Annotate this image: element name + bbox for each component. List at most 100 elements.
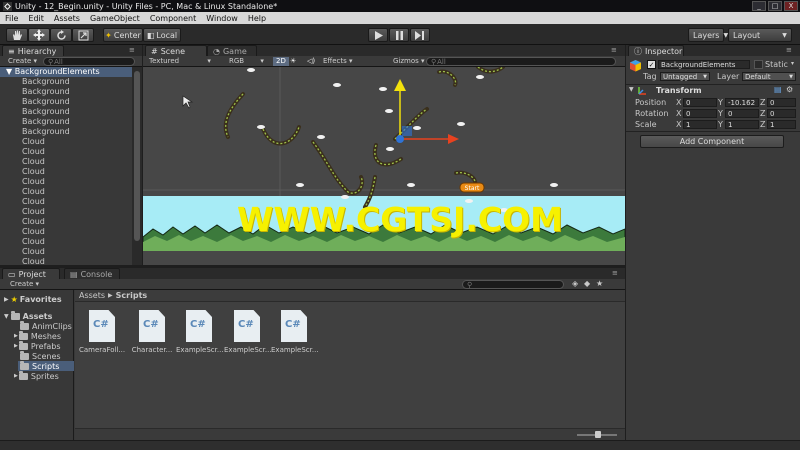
layer-dropdown[interactable]: Default ▼: [742, 72, 796, 81]
scale-z-field[interactable]: 1: [767, 120, 796, 129]
hierarchy-create-button[interactable]: Create ▾: [8, 57, 37, 65]
project-create-button[interactable]: Create ▾: [10, 280, 39, 288]
asset-file[interactable]: C# ExampleScr...: [224, 310, 272, 354]
expand-arrow-icon[interactable]: ▶: [14, 343, 18, 349]
hierarchy-item[interactable]: Background: [0, 77, 132, 87]
rotation-y-field[interactable]: 0: [725, 109, 759, 118]
asset-file[interactable]: C# CameraFoll...: [79, 310, 125, 354]
position-y-field[interactable]: -10.162: [725, 98, 759, 107]
expand-arrow-icon[interactable]: ▶: [14, 373, 18, 379]
menu-gameobject[interactable]: GameObject: [85, 14, 145, 23]
expand-arrow-icon[interactable]: ▶: [14, 333, 18, 339]
layers-dropdown[interactable]: Layers ▼: [688, 28, 728, 42]
layout-dropdown[interactable]: Layout ▼: [728, 28, 792, 42]
hierarchy-item[interactable]: Cloud: [0, 187, 132, 197]
scale-tool-button[interactable]: [72, 28, 94, 42]
hierarchy-scrollbar[interactable]: [132, 67, 142, 265]
hierarchy-item[interactable]: Background: [0, 87, 132, 97]
add-component-button[interactable]: Add Component: [640, 135, 784, 148]
hierarchy-item[interactable]: Cloud: [0, 137, 132, 147]
tab-inspector[interactable]: ⓘ Inspector: [628, 45, 684, 56]
panel-menu-icon[interactable]: ≡: [612, 269, 618, 277]
expand-arrow-icon[interactable]: ▼: [6, 67, 12, 76]
icon-size-slider-thumb[interactable]: [595, 431, 601, 438]
panel-menu-icon[interactable]: ≡: [129, 46, 135, 54]
maximize-button[interactable]: □: [768, 1, 782, 11]
hierarchy-item[interactable]: Cloud: [0, 157, 132, 167]
expand-arrow-icon[interactable]: ▶: [4, 296, 9, 303]
collapse-arrow-icon[interactable]: ▼: [629, 86, 634, 93]
menu-assets[interactable]: Assets: [49, 14, 85, 23]
asset-file[interactable]: C# ExampleScr...: [271, 310, 319, 354]
asset-file[interactable]: C# ExampleScr...: [176, 310, 224, 354]
filter-label-icon[interactable]: ◆: [584, 279, 590, 288]
folder-sprites[interactable]: ▶ Sprites: [14, 370, 59, 381]
rotation-z-field[interactable]: 0: [767, 109, 796, 118]
step-button[interactable]: [410, 28, 430, 42]
folder-prefabs[interactable]: ▶ Prefabs: [14, 340, 61, 351]
scale-x-field[interactable]: 1: [683, 120, 717, 129]
panel-menu-icon[interactable]: ≡: [786, 46, 792, 54]
active-checkbox[interactable]: ✓: [647, 60, 656, 69]
pause-button[interactable]: [389, 28, 409, 42]
position-x-field[interactable]: 0: [683, 98, 717, 107]
minimize-button[interactable]: _: [752, 1, 766, 11]
folder-scripts[interactable]: Scripts: [18, 360, 74, 371]
hierarchy-item[interactable]: Cloud: [0, 167, 132, 177]
tab-game[interactable]: ◔ Game: [207, 45, 257, 56]
chevron-down-icon[interactable]: ▾: [791, 60, 794, 67]
project-search-input[interactable]: ⚲: [462, 280, 564, 289]
hierarchy-item[interactable]: Cloud: [0, 177, 132, 187]
hand-tool-button[interactable]: [6, 28, 28, 42]
hierarchy-item[interactable]: Cloud: [0, 227, 132, 237]
menu-edit[interactable]: Edit: [23, 14, 49, 23]
object-name-field[interactable]: BackgroundElements: [658, 60, 750, 69]
tab-project[interactable]: ▭ Project: [2, 268, 60, 279]
lighting-sun-icon[interactable]: ☀: [290, 57, 296, 65]
tab-hierarchy[interactable]: ≡ Hierarchy: [2, 45, 64, 56]
panel-menu-icon[interactable]: ≡: [611, 46, 617, 54]
folder-animclips[interactable]: AnimClips: [20, 320, 72, 331]
hierarchy-item[interactable]: Cloud: [0, 197, 132, 207]
assets-folder[interactable]: ▼ Assets: [4, 310, 52, 321]
gizmos-dropdown[interactable]: Gizmos ▾: [393, 57, 425, 65]
menu-component[interactable]: Component: [145, 14, 201, 23]
xy-plane-handle[interactable]: [402, 126, 412, 136]
scale-y-field[interactable]: 1: [725, 120, 759, 129]
play-button[interactable]: [368, 28, 388, 42]
mode-2d-toggle[interactable]: 2D: [273, 57, 289, 66]
tag-dropdown[interactable]: Untagged ▼: [660, 72, 710, 81]
scene-search-input[interactable]: ⚲ All: [426, 57, 616, 66]
pivot-center-toggle[interactable]: ✦ Center: [103, 28, 143, 42]
static-checkbox[interactable]: [754, 60, 763, 69]
menu-help[interactable]: Help: [243, 14, 271, 23]
effects-dropdown[interactable]: Effects ▾: [323, 57, 353, 65]
favorites-section[interactable]: ▶ ★ Favorites: [4, 294, 62, 304]
favorite-star-icon[interactable]: ★: [596, 279, 603, 288]
hierarchy-item[interactable]: Background: [0, 117, 132, 127]
move-tool-button[interactable]: [28, 28, 50, 42]
hierarchy-search-input[interactable]: ⚲ All: [43, 57, 135, 66]
menu-file[interactable]: File: [0, 14, 23, 23]
folder-scenes[interactable]: Scenes: [20, 350, 61, 361]
breadcrumb-assets[interactable]: Assets: [79, 291, 105, 300]
tab-scene[interactable]: # Scene: [145, 45, 207, 56]
shading-mode-dropdown[interactable]: Textured ▾: [149, 57, 211, 65]
hierarchy-item[interactable]: Background: [0, 97, 132, 107]
gear-icon[interactable]: ⚙: [786, 85, 793, 94]
position-z-field[interactable]: 0: [767, 98, 796, 107]
hierarchy-item[interactable]: Cloud: [0, 147, 132, 157]
hierarchy-item[interactable]: Cloud: [0, 237, 132, 247]
audio-speaker-icon[interactable]: ◁): [307, 57, 315, 65]
x-axis-arrow-icon[interactable]: [448, 134, 459, 144]
hierarchy-item[interactable]: Cloud: [0, 207, 132, 217]
hierarchy-item[interactable]: Cloud: [0, 247, 132, 257]
hierarchy-item[interactable]: Cloud: [0, 257, 132, 265]
rotate-tool-button[interactable]: [50, 28, 72, 42]
filter-type-icon[interactable]: ◈: [572, 279, 578, 288]
rotation-x-field[interactable]: 0: [683, 109, 717, 118]
hierarchy-item[interactable]: Background: [0, 107, 132, 117]
y-axis-arrow-icon[interactable]: [394, 79, 406, 91]
breadcrumb-scripts[interactable]: Scripts: [116, 291, 148, 300]
hierarchy-item[interactable]: Background: [0, 127, 132, 137]
